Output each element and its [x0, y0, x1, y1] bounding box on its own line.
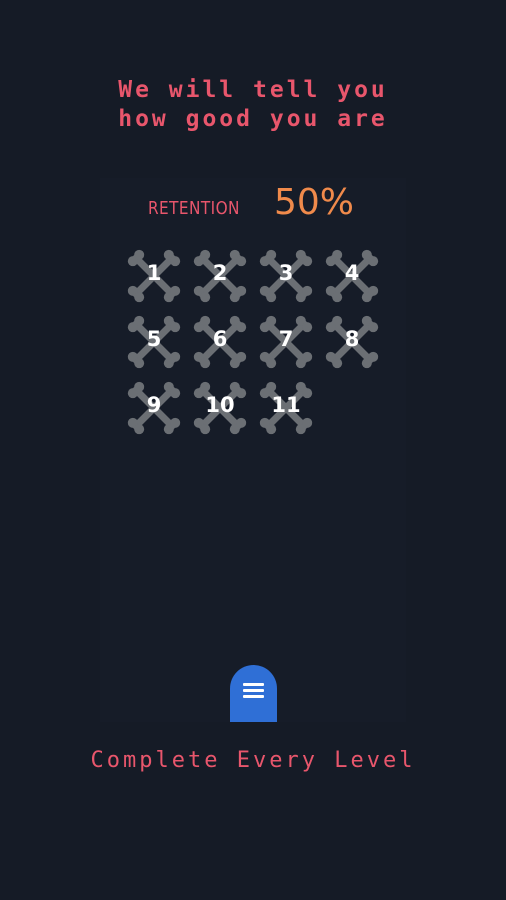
level-number: 3 — [278, 261, 294, 285]
level-number: 1 — [146, 261, 162, 285]
menu-button[interactable] — [230, 665, 277, 722]
tagline: We will tell you how good you are — [0, 76, 506, 134]
level-button-1[interactable]: 1 — [124, 246, 184, 306]
level-button-5[interactable]: 5 — [124, 312, 184, 372]
level-number: 6 — [212, 327, 228, 351]
level-number: 5 — [146, 327, 162, 351]
level-number: 2 — [212, 261, 228, 285]
level-number: 11 — [271, 393, 301, 417]
tagline-line-2: how good you are — [118, 106, 388, 132]
level-button-7[interactable]: 7 — [256, 312, 316, 372]
level-button-4[interactable]: 4 — [322, 246, 382, 306]
level-button-6[interactable]: 6 — [190, 312, 250, 372]
level-number: 10 — [205, 393, 235, 417]
level-button-9[interactable]: 9 — [124, 378, 184, 438]
footer-goal-text: Complete Every Level — [90, 748, 416, 773]
tagline-line-1: We will tell you — [118, 77, 388, 103]
retention-label: RETENTION — [148, 198, 240, 219]
retention-value: 50% — [274, 182, 355, 223]
level-number: 7 — [278, 327, 294, 351]
level-button-8[interactable]: 8 — [322, 312, 382, 372]
level-number: 4 — [344, 261, 360, 285]
level-button-2[interactable]: 2 — [190, 246, 250, 306]
level-number: 8 — [344, 327, 360, 351]
level-button-11[interactable]: 11 — [256, 378, 316, 438]
level-button-3[interactable]: 3 — [256, 246, 316, 306]
level-button-10[interactable]: 10 — [190, 378, 250, 438]
level-number: 9 — [146, 393, 162, 417]
